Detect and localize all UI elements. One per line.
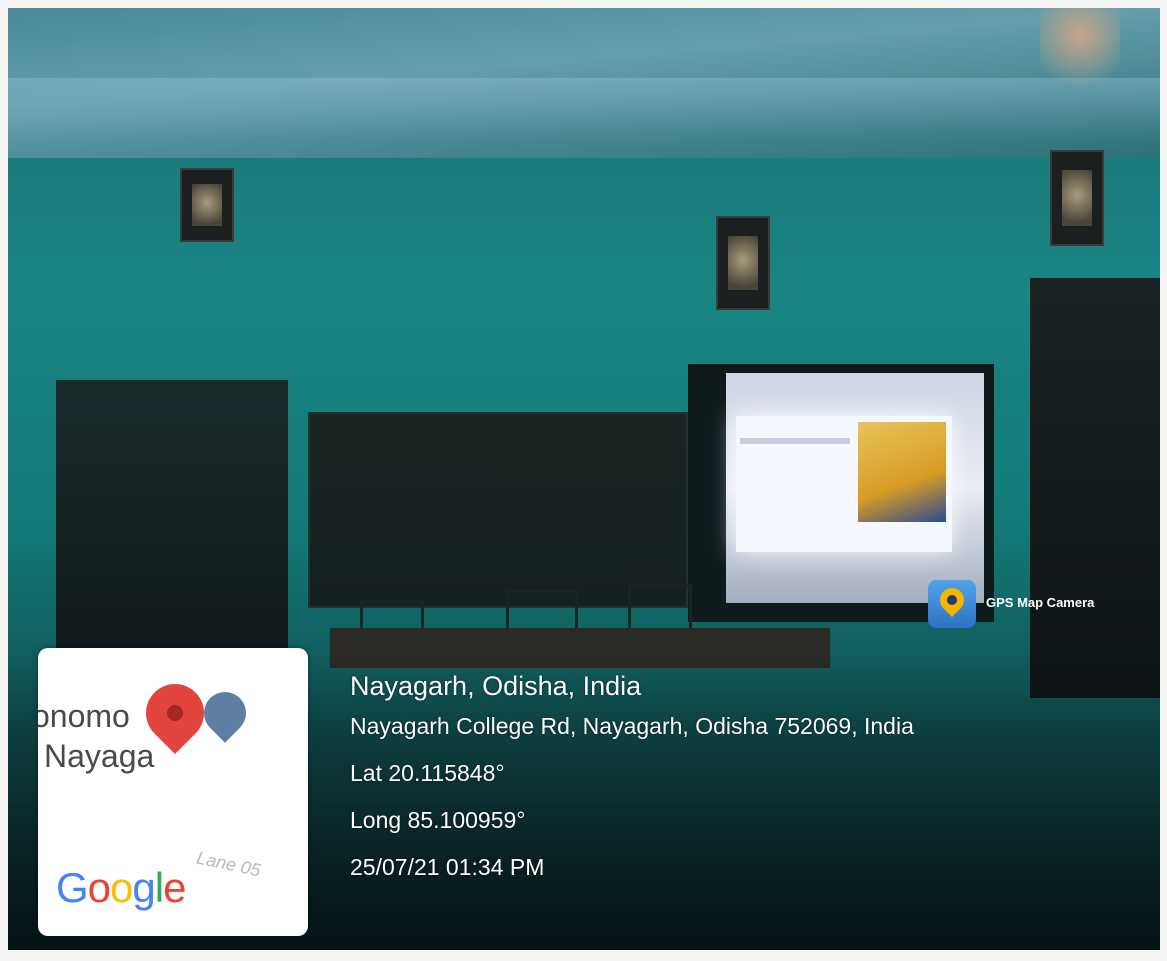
google-logo-letter: g [132, 864, 155, 911]
gps-map-camera-icon [928, 580, 976, 628]
blackboard [308, 412, 688, 608]
right-door [1030, 278, 1160, 698]
wall-portrait [180, 168, 234, 242]
chair [628, 584, 692, 629]
timestamp: 25/07/21 01:34 PM [350, 854, 545, 880]
google-logo-letter: o [87, 864, 111, 911]
map-label-top: onomo [38, 698, 130, 734]
map-thumbnail: onomo Nayaga Lane 05 Google [38, 648, 308, 936]
longitude: Long 85.100959° [350, 807, 526, 833]
app-name: GPS Map Camera [986, 595, 1095, 610]
street-label: Lane 05 [194, 847, 263, 881]
google-logo: Google [56, 864, 186, 912]
latitude: Lat 20.115848° [350, 760, 505, 786]
projected-slide [736, 416, 952, 552]
left-door [56, 380, 288, 680]
google-logo-letter: l [154, 864, 164, 911]
map-label-bottom: Nayaga [44, 738, 155, 774]
google-logo-letter: e [163, 864, 186, 911]
gps-info-overlay: Nayagarh, Odisha, India Nayagarh College… [350, 666, 914, 894]
location-address: Nayagarh College Rd, Nayagarh, Odisha 75… [350, 713, 914, 739]
wall-portrait [716, 216, 770, 310]
location-city: Nayagarh, Odisha, India [350, 671, 642, 701]
google-logo-letter: o [110, 864, 133, 911]
google-logo-letter: G [56, 864, 89, 911]
ceiling-light [1040, 8, 1120, 98]
wall-portrait [1050, 150, 1104, 246]
